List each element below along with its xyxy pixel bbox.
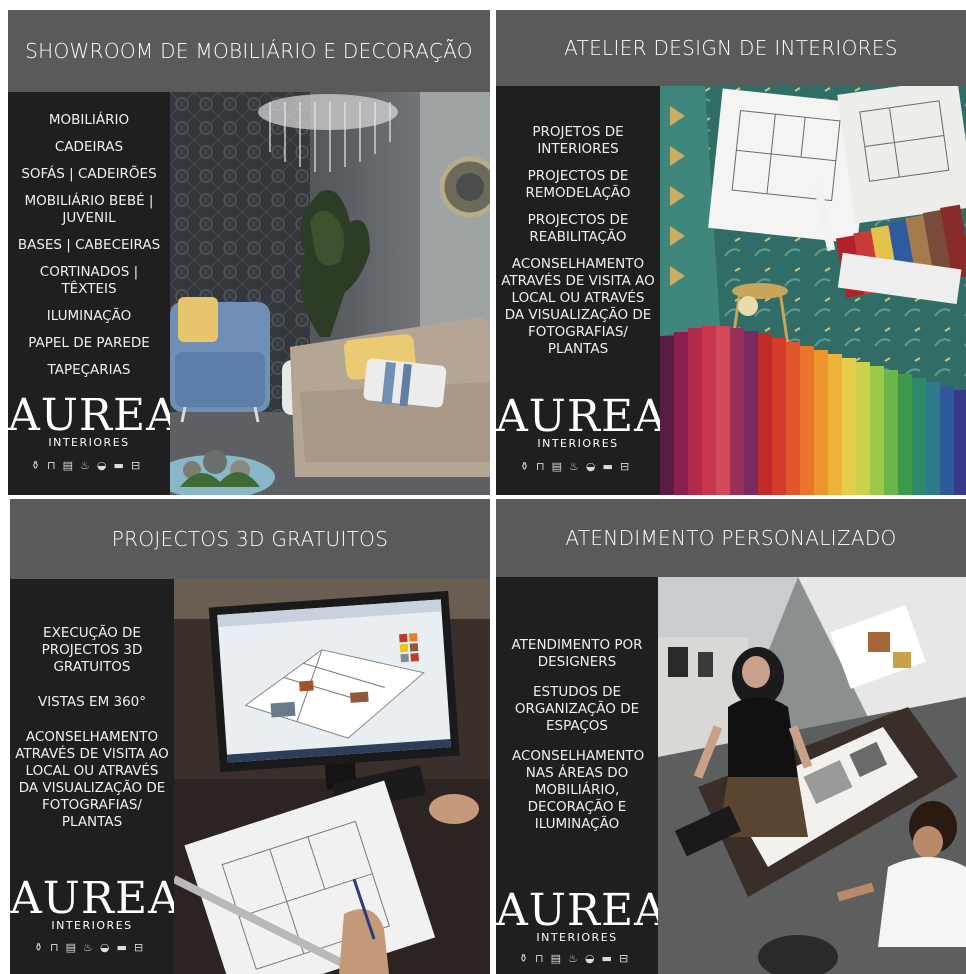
projectos-3d-photo [174,579,490,974]
table-icon: ⊓ [535,952,551,965]
list-item: CORTINADOS | TÊXTEIS [39,264,139,297]
list-item: PROJECTOS DE REABILITAÇÃO [527,212,629,245]
services-sidebar: PROJETOS DE INTERIORES PROJECTOS DE REMO… [496,86,667,495]
cabinet-icon: ⊟ [133,941,151,954]
dresser-icon: ▤ [65,941,84,954]
logo-wordmark: AUREA [8,390,179,441]
list-item: MOBILIÁRIO [48,112,130,128]
services-sidebar: ATENDIMENTO POR DESIGNERS ESTUDOS DE ORG… [496,577,667,974]
lamp-icon: ⚱ [519,460,537,473]
list-item: ACONSELHAMENTO ATRAVÉS DE VISITA AO LOCA… [501,256,655,357]
atendimento-panel: ATENDIMENTO PERSONALIZADO ATENDIMENTO PO… [496,499,966,974]
aurea-logo: AUREA INTERIORES [10,873,181,933]
lamp-icon: ⚱ [33,941,51,954]
lamp-icon: ⚱ [518,952,536,965]
list-item: VISTAS EM 360° [37,694,147,710]
list-item: ATENDIMENTO POR DESIGNERS [511,637,643,670]
bed-icon: ▬ [601,952,619,965]
furniture-icons: ⚱⊓▤♨◒▬⊟ [496,460,660,473]
dresser-icon: ▤ [62,459,81,472]
panel-title: PROJECTOS 3D GRATUITOS [10,499,490,579]
aurea-logo: AUREA INTERIORES [496,885,667,945]
showroom-panel: SHOWROOM DE MOBILIÁRIO E DECORAÇÃO MOBIL… [8,10,490,495]
panel-title: ATENDIMENTO PERSONALIZADO [496,499,966,577]
list-item: ACONSELHAMENTO ATRAVÉS DE VISITA AO LOCA… [15,729,169,830]
cabinet-icon: ⊟ [130,459,148,472]
aurea-logo: AUREA INTERIORES [496,391,667,451]
projectos-3d-panel: PROJECTOS 3D GRATUITOS EXECUÇÃO DE PROJE… [10,499,490,974]
cabinet-icon: ⊟ [619,460,637,473]
list-item: BASES | CABECEIRAS [17,237,161,253]
atelier-photo [660,86,966,495]
furniture-icons: ⚱⊓▤♨◒▬⊟ [10,941,174,954]
list-item: PROJECTOS DE REMODELAÇÃO [525,168,631,201]
logo-wordmark: AUREA [496,885,667,936]
list-item: ILUMINAÇÃO [46,308,132,324]
sofa-icon: ♨ [569,460,586,473]
bed-icon: ▬ [116,941,134,954]
aurea-logo: AUREA INTERIORES [8,390,179,450]
panel-title: SHOWROOM DE MOBILIÁRIO E DECORAÇÃO [8,10,490,92]
armchair-icon: ◒ [96,459,114,472]
atendimento-photo [658,577,966,974]
list-item: MOBILIÁRIO BEBÉ | JUVENIL [24,193,154,226]
sofa-icon: ♨ [80,459,97,472]
dresser-icon: ▤ [550,952,569,965]
armchair-icon: ◒ [99,941,117,954]
lamp-icon: ⚱ [30,459,48,472]
logo-wordmark: AUREA [496,391,667,442]
armchair-icon: ◒ [584,952,602,965]
services-sidebar: EXECUÇÃO DE PROJECTOS 3D GRATUITOS VISTA… [10,579,181,974]
furniture-icons: ⚱⊓▤♨◒▬⊟ [496,952,658,965]
armchair-icon: ◒ [585,460,603,473]
table-icon: ⊓ [50,941,66,954]
bed-icon: ▬ [602,460,620,473]
list-item: ESTUDOS DE ORGANIZAÇÃO DE ESPAÇOS [514,684,640,734]
table-icon: ⊓ [47,459,63,472]
list-item: SOFÁS | CADEIRÕES [21,166,157,182]
table-icon: ⊓ [536,460,552,473]
furniture-icons: ⚱⊓▤♨◒▬⊟ [8,459,170,472]
panel-title: ATELIER DESIGN DE INTERIORES [496,10,966,86]
list-item: CADEIRAS [54,139,124,155]
sofa-icon: ♨ [568,952,585,965]
bed-icon: ▬ [113,459,131,472]
list-item: PROJETOS DE INTERIORES [532,124,624,157]
dresser-icon: ▤ [551,460,570,473]
showroom-photo [170,92,490,495]
list-item: PAPEL DE PAREDE [28,335,150,351]
sofa-icon: ♨ [83,941,100,954]
services-sidebar: MOBILIÁRIO CADEIRAS SOFÁS | CADEIRÕES MO… [8,92,179,495]
atelier-panel: ATELIER DESIGN DE INTERIORES PROJETOS DE… [496,10,966,495]
list-item: EXECUÇÃO DE PROJECTOS 3D GRATUITOS [41,625,143,675]
list-item: TAPEÇARIAS [47,362,131,378]
cabinet-icon: ⊟ [618,952,636,965]
logo-wordmark: AUREA [10,873,181,924]
list-item: ACONSELHAMENTO NAS ÁREAS DO MOBILIÁRIO, … [512,748,645,832]
